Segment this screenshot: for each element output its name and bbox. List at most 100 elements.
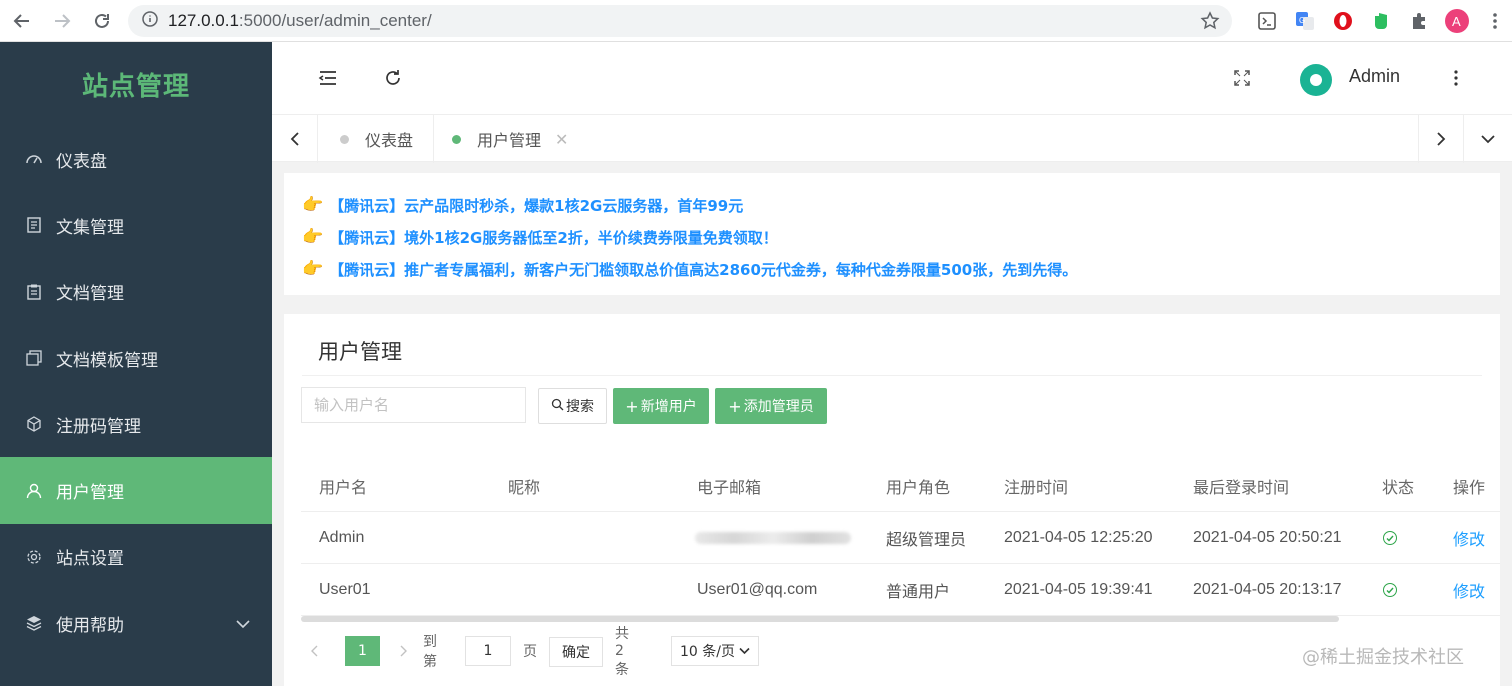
url-host: 127.0.0.1 [168, 11, 239, 30]
announcement-card: 👉 【腾讯云】云产品限时秒杀，爆款1核2G云服务器，首年99元 👉 【腾讯云】境… [284, 173, 1500, 295]
column-header: 最后登录时间 [1193, 480, 1290, 497]
tab-bar: 仪表盘 用户管理 ✕ [272, 114, 1512, 163]
tab-dot [340, 134, 349, 144]
opera-extension-icon[interactable] [1324, 6, 1362, 36]
tab-dashboard[interactable]: 仪表盘 [318, 115, 434, 163]
cell-email: User01@qq.com [697, 581, 818, 598]
sidebar-item-documents[interactable]: 文档管理 [0, 259, 272, 325]
tab-dropdown-icon[interactable] [1464, 115, 1512, 163]
clipboard-icon [24, 282, 44, 302]
column-header: 用户名 [319, 480, 368, 497]
refresh-icon[interactable] [381, 66, 405, 90]
prev-page-icon[interactable] [301, 636, 329, 666]
column-header: 操作 [1453, 480, 1486, 497]
menu-toggle-icon[interactable] [316, 66, 340, 90]
avatar[interactable] [1300, 64, 1332, 96]
evernote-extension-icon[interactable] [1362, 6, 1400, 36]
sidebar-item-label: 站点设置 [56, 549, 124, 570]
sidebar-item-dashboard[interactable]: 仪表盘 [0, 126, 272, 192]
search-icon [551, 398, 564, 415]
google-translate-icon[interactable]: G [1286, 6, 1324, 36]
profile-avatar-icon[interactable]: A [1438, 6, 1476, 36]
page-title: 用户管理 [318, 340, 402, 364]
cell-role: 普通用户 [886, 584, 951, 601]
sidebar-item-doc-templates[interactable]: 文档模板管理 [0, 325, 272, 391]
top-header: Admin [272, 42, 1512, 114]
plus-icon: + [625, 396, 639, 416]
cell-last-login: 2021-04-05 20:13:17 [1193, 581, 1342, 598]
brand-title: 站点管理 [81, 71, 190, 102]
announcement-text: 【腾讯云】境外1核2G服务器低至2折，半价续费券限量免费领取！ [329, 228, 778, 247]
cell-role: 超级管理员 [886, 532, 967, 549]
announcement-link[interactable]: 👉 【腾讯云】云产品限时秒杀，爆款1核2G云服务器，首年99元 [302, 189, 1500, 221]
goto-page-input[interactable]: 1 [465, 636, 511, 666]
column-header: 注册时间 [1004, 480, 1069, 497]
address-bar[interactable]: 127.0.0.1:5000/user/admin_center/ [128, 5, 1232, 37]
edit-link[interactable]: 修改 [1453, 564, 1485, 616]
sidebar-item-label: 文集管理 [56, 217, 124, 238]
status-ok-icon [1383, 512, 1397, 564]
page-suffix-label: 页 [523, 644, 537, 660]
edit-link[interactable]: 修改 [1453, 512, 1485, 564]
sidebar-item-users[interactable]: 用户管理 [0, 457, 272, 524]
add-user-button[interactable]: + 新增用户 [613, 388, 709, 424]
add-admin-button[interactable]: + 添加管理员 [715, 388, 827, 424]
forward-icon[interactable] [44, 3, 80, 39]
gear-icon [24, 547, 44, 567]
more-menu-icon[interactable] [1444, 66, 1468, 90]
tab-label: 用户管理 [477, 131, 542, 150]
status-ok-icon [1383, 564, 1397, 616]
admin-username[interactable]: Admin [1349, 66, 1400, 87]
sidebar-item-label: 文档管理 [56, 284, 124, 305]
table-row: User01 User01@qq.com 普通用户 2021-04-05 19:… [301, 564, 1500, 616]
fullscreen-icon[interactable] [1230, 66, 1254, 90]
cell-registered: 2021-04-05 12:25:20 [1004, 529, 1153, 546]
sidebar-item-register-codes[interactable]: 注册码管理 [0, 391, 272, 457]
chevron-down-icon[interactable] [236, 614, 250, 634]
bookmark-star-icon[interactable] [1200, 11, 1220, 36]
info-icon[interactable] [142, 10, 158, 32]
search-button[interactable]: 搜索 [538, 388, 607, 424]
column-header: 昵称 [508, 480, 541, 497]
sidebar-item-label: 仪表盘 [56, 151, 107, 172]
plus-icon: + [728, 396, 742, 416]
extension-terminal-icon[interactable] [1248, 6, 1286, 36]
announcement-text: 【腾讯云】推广者专属福利，新客户无门槛领取总价值高达2860元代金券，每种代金券… [329, 260, 1078, 279]
page-size-select[interactable]: 10 条/页 [671, 636, 759, 666]
sidebar-item-label: 文档模板管理 [56, 350, 158, 371]
user-icon [24, 481, 44, 501]
next-page-icon[interactable] [391, 636, 415, 666]
browser-toolbar: 127.0.0.1:5000/user/admin_center/ G A [0, 0, 1512, 42]
search-button-label: 搜索 [566, 399, 594, 415]
pointing-hand-icon: 👉 [302, 227, 324, 247]
add-admin-label: 添加管理员 [743, 399, 814, 415]
template-icon [24, 348, 44, 368]
sidebar-item-collections[interactable]: 文集管理 [0, 192, 272, 258]
pointing-hand-icon: 👉 [302, 195, 324, 215]
tab-user-management[interactable]: 用户管理 ✕ [434, 115, 586, 163]
announcement-link[interactable]: 👉 【腾讯云】推广者专属福利，新客户无门槛领取总价值高达2860元代金券，每种代… [302, 253, 1500, 285]
page-size-value: 10 条/页 [680, 644, 735, 660]
divider [302, 375, 1482, 376]
announcement-link[interactable]: 👉 【腾讯云】境外1核2G服务器低至2折，半价续费券限量免费领取！ [302, 221, 1500, 253]
users-table: 用户名 昵称 电子邮箱 用户角色 注册时间 最后登录时间 状态 操作 Admin… [301, 460, 1500, 616]
confirm-page-button[interactable]: 确定 [549, 637, 603, 667]
sidebar-item-help[interactable]: 使用帮助 [0, 590, 272, 656]
tab-scroll-right-icon[interactable] [1418, 115, 1464, 163]
table-header-row: 用户名 昵称 电子邮箱 用户角色 注册时间 最后登录时间 状态 操作 [301, 460, 1500, 512]
search-input[interactable] [301, 387, 526, 423]
watermark: @稀土掘金技术社区 [1302, 647, 1464, 668]
sidebar-item-site-settings[interactable]: 站点设置 [0, 524, 272, 590]
cell-last-login: 2021-04-05 20:50:21 [1193, 529, 1342, 546]
reload-icon[interactable] [84, 3, 120, 39]
puzzle-extensions-icon[interactable] [1400, 6, 1438, 36]
back-icon[interactable] [4, 3, 40, 39]
column-header: 状态 [1382, 480, 1415, 497]
page-number-current[interactable]: 1 [345, 636, 380, 666]
close-icon[interactable]: ✕ [555, 130, 568, 149]
horizontal-scrollbar[interactable] [301, 616, 1339, 622]
tab-scroll-left-icon[interactable] [272, 115, 318, 163]
document-icon [24, 215, 44, 235]
browser-menu-icon[interactable] [1476, 6, 1512, 36]
pointing-hand-icon: 👉 [302, 259, 324, 279]
